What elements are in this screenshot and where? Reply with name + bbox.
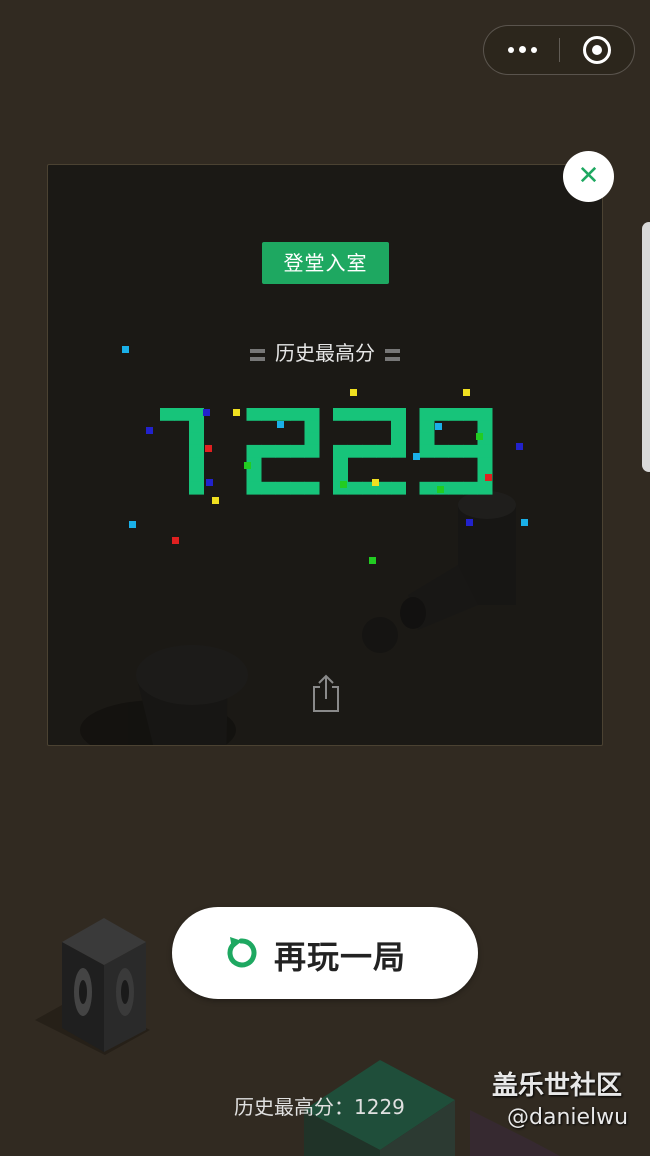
score-pixel — [391, 481, 406, 495]
score-pixel — [419, 481, 435, 495]
bottom-best-label: 历史最高分： — [234, 1095, 354, 1119]
score-pixel — [463, 408, 478, 421]
score-pixel — [347, 444, 363, 458]
score-pixel — [477, 481, 493, 495]
score-pixel — [419, 432, 435, 446]
replay-label: 再玩一局 — [274, 938, 407, 976]
score-pixel — [362, 408, 377, 421]
score-pixel — [419, 408, 435, 421]
best-score-title: 历史最高分 — [48, 337, 602, 366]
bottom-best-value: 1229 — [354, 1095, 405, 1119]
replay-icon — [227, 937, 257, 968]
score-pixel — [304, 408, 320, 421]
score-pixel — [275, 444, 291, 458]
rank-badge: 登堂入室 — [262, 242, 389, 284]
score-pixel — [304, 481, 320, 495]
score-pixel — [434, 444, 449, 458]
score-pixel — [189, 457, 204, 470]
score-pixel — [246, 469, 262, 483]
watermark-user: @danielwu — [507, 1105, 629, 1130]
score-pixel — [376, 408, 392, 421]
score-pixel — [391, 444, 406, 458]
score-pixel — [419, 420, 435, 434]
score-pixel — [391, 420, 406, 434]
score-pixel — [304, 420, 320, 434]
score-pixel — [261, 444, 276, 458]
result-card: 登堂入室 历史最高分 — [47, 164, 603, 746]
score-pixel — [290, 481, 305, 495]
score-pixel — [463, 444, 478, 458]
score-pixel — [434, 408, 449, 421]
capsule-divider — [559, 38, 560, 62]
mini-program-capsule — [483, 25, 635, 75]
score-pixel — [477, 457, 493, 470]
score-pixel — [463, 481, 478, 495]
share-icon[interactable] — [310, 673, 342, 713]
score-pixel — [376, 444, 392, 458]
score-pixel — [391, 408, 406, 421]
score-pixel — [174, 408, 190, 421]
score-pixel — [391, 432, 406, 446]
score-pixel — [304, 444, 320, 458]
score-pixel — [189, 444, 204, 458]
more-icon[interactable] — [484, 26, 559, 74]
score-pixel — [347, 408, 363, 421]
score-pixel — [347, 481, 363, 495]
score-pixel — [333, 469, 348, 483]
score-pixel — [333, 457, 348, 470]
score-pixel — [246, 444, 262, 458]
score-pixel — [189, 420, 204, 434]
left-deco — [250, 348, 265, 361]
score-pixel — [448, 408, 464, 421]
score-pixel — [189, 481, 204, 495]
score-pixel — [189, 408, 204, 421]
target-icon[interactable] — [583, 36, 611, 64]
score-pixel — [477, 408, 493, 421]
score-pixel — [275, 481, 291, 495]
score-pixel — [246, 408, 262, 421]
score-pixel — [477, 444, 493, 458]
score-pixel — [189, 469, 204, 483]
score-pixel — [160, 408, 175, 421]
score-pixel — [246, 481, 262, 495]
best-score-label: 历史最高分 — [275, 341, 375, 365]
bottom-best-score: 历史最高分：1229 — [234, 1091, 405, 1120]
score-pixel — [290, 408, 305, 421]
side-handle[interactable] — [642, 222, 650, 472]
score-pixel — [362, 444, 377, 458]
close-icon[interactable]: ✕ — [563, 151, 614, 202]
right-deco — [385, 348, 400, 361]
score-pixel — [448, 444, 464, 458]
score-pixel — [261, 408, 276, 421]
replay-button[interactable]: 再玩一局 — [172, 907, 478, 999]
score-pixel — [333, 444, 348, 458]
score-pixel — [419, 444, 435, 458]
score-pixel — [189, 432, 204, 446]
score-pixel — [448, 481, 464, 495]
score-pixel — [261, 481, 276, 495]
watermark-site: 盖乐世社区 — [492, 1071, 623, 1101]
score-pixel — [275, 408, 291, 421]
score-pixel — [290, 444, 305, 458]
score-pixel — [477, 420, 493, 434]
score-pixel — [304, 432, 320, 446]
score-pixel — [333, 408, 348, 421]
